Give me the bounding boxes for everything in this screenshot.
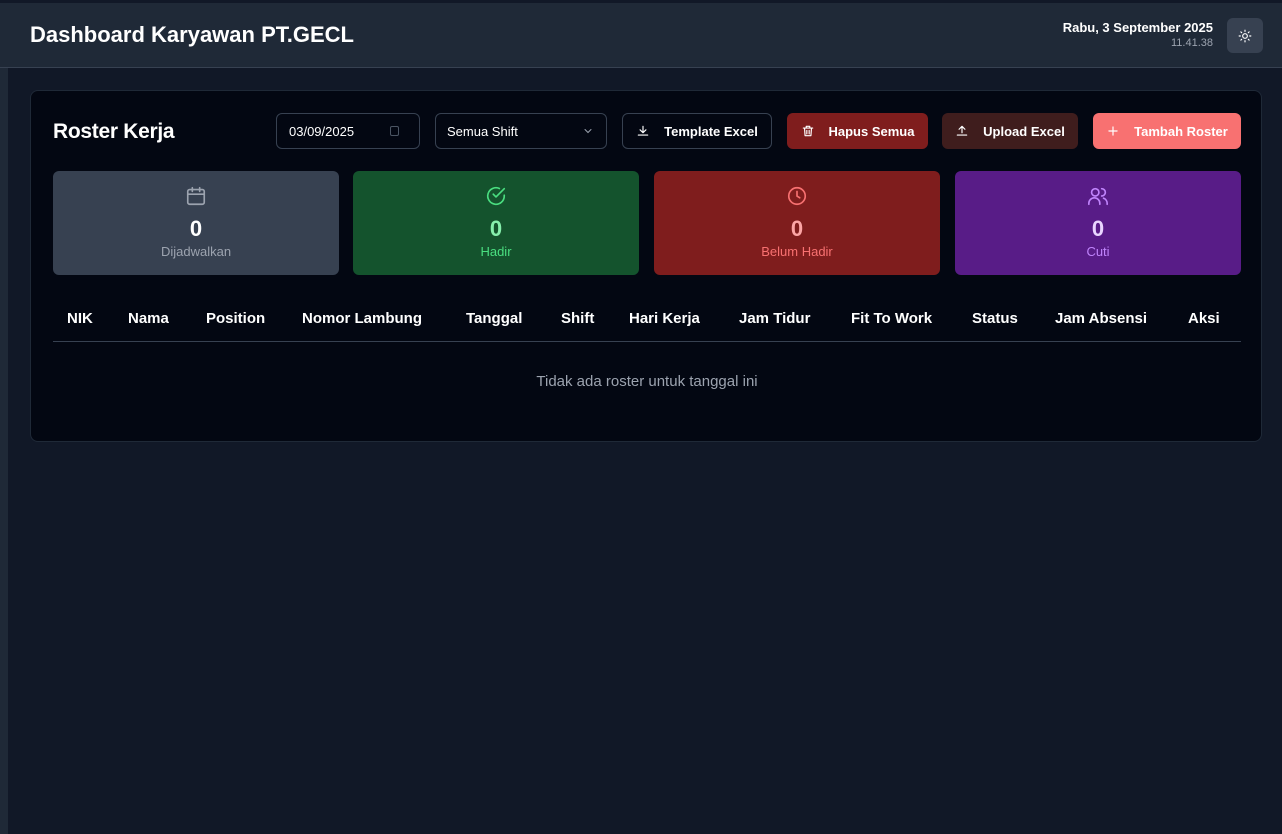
column-header-jam-tidur: Jam Tidur bbox=[739, 310, 811, 327]
clock-icon bbox=[787, 186, 807, 206]
calendar-icon bbox=[186, 186, 206, 206]
tambah-roster-button[interactable]: Tambah Roster bbox=[1093, 113, 1241, 149]
table-header: NIK Nama Position Nomor Lambung Tanggal … bbox=[53, 299, 1241, 342]
stat-value: 0 bbox=[790, 216, 804, 241]
column-header-position: Position bbox=[206, 310, 266, 327]
column-header-shift: Shift bbox=[561, 310, 595, 327]
theme-toggle-button[interactable] bbox=[1227, 18, 1263, 53]
column-header-hari-kerja: Hari Kerja bbox=[629, 310, 700, 327]
users-icon bbox=[1088, 187, 1108, 206]
column-header-aksi: Aksi bbox=[1188, 310, 1220, 327]
stat-value: 0 bbox=[489, 216, 503, 241]
trash-icon bbox=[802, 125, 813, 137]
stat-card-cuti: 0 Cuti bbox=[955, 171, 1241, 275]
stat-card-dijadwalkan: 0 Dijadwalkan bbox=[53, 171, 339, 275]
stat-label: Cuti bbox=[1086, 244, 1110, 259]
column-header-fit-to-work: Fit To Work bbox=[851, 310, 933, 327]
date-value: 03/09/2025 bbox=[289, 123, 355, 139]
stat-card-belum-hadir: 0 Belum Hadir bbox=[654, 171, 940, 275]
column-header-tanggal: Tanggal bbox=[466, 310, 523, 327]
calendar-picker-icon[interactable] bbox=[390, 126, 399, 136]
chevron-down-icon bbox=[584, 129, 592, 134]
upload-excel-label: Upload Excel bbox=[983, 123, 1065, 139]
stat-label: Belum Hadir bbox=[761, 244, 833, 259]
stat-value: 0 bbox=[1091, 216, 1105, 241]
page-title: Roster Kerja bbox=[53, 120, 175, 143]
sidebar-rail bbox=[0, 68, 8, 834]
column-header-nama: Nama bbox=[128, 310, 169, 327]
datetime: Rabu, 3 September 2025 11.41.38 bbox=[1063, 20, 1213, 49]
app-title: Dashboard Karyawan PT.GECL bbox=[30, 22, 354, 47]
template-excel-label: Template Excel bbox=[664, 123, 758, 139]
check-circle-icon bbox=[486, 187, 506, 205]
upload-excel-button[interactable]: Upload Excel bbox=[942, 113, 1078, 149]
column-header-nik: NIK bbox=[67, 310, 93, 327]
hapus-semua-label: Hapus Semua bbox=[828, 123, 915, 139]
download-icon bbox=[637, 125, 649, 136]
roster-panel: Roster Kerja 03/09/2025 Semua Shift Temp… bbox=[30, 90, 1262, 442]
template-excel-button[interactable]: Template Excel bbox=[622, 113, 772, 149]
column-header-nomor-lambung: Nomor Lambung bbox=[302, 310, 422, 327]
tambah-roster-label: Tambah Roster bbox=[1134, 123, 1228, 139]
sun-icon bbox=[1238, 29, 1252, 42]
top-header: Dashboard Karyawan PT.GECL Rabu, 3 Septe… bbox=[0, 3, 1282, 68]
date-input[interactable]: 03/09/2025 bbox=[276, 113, 420, 149]
column-header-jam-absensi: Jam Absensi bbox=[1055, 310, 1147, 327]
current-time: 11.41.38 bbox=[1170, 37, 1213, 49]
upload-icon bbox=[956, 125, 968, 136]
stat-label: Dijadwalkan bbox=[160, 244, 232, 259]
stat-card-hadir: 0 Hadir bbox=[353, 171, 639, 275]
shift-select[interactable]: Semua Shift bbox=[435, 113, 607, 149]
empty-state-message: Tidak ada roster untuk tanggal ini bbox=[536, 373, 758, 390]
shift-selected-value: Semua Shift bbox=[447, 123, 518, 139]
stat-value: 0 bbox=[189, 216, 203, 241]
stat-label: Hadir bbox=[480, 244, 512, 259]
column-header-status: Status bbox=[972, 310, 1018, 327]
plus-icon bbox=[1108, 126, 1118, 136]
hapus-semua-button[interactable]: Hapus Semua bbox=[787, 113, 928, 149]
current-date: Rabu, 3 September 2025 bbox=[1062, 20, 1213, 35]
